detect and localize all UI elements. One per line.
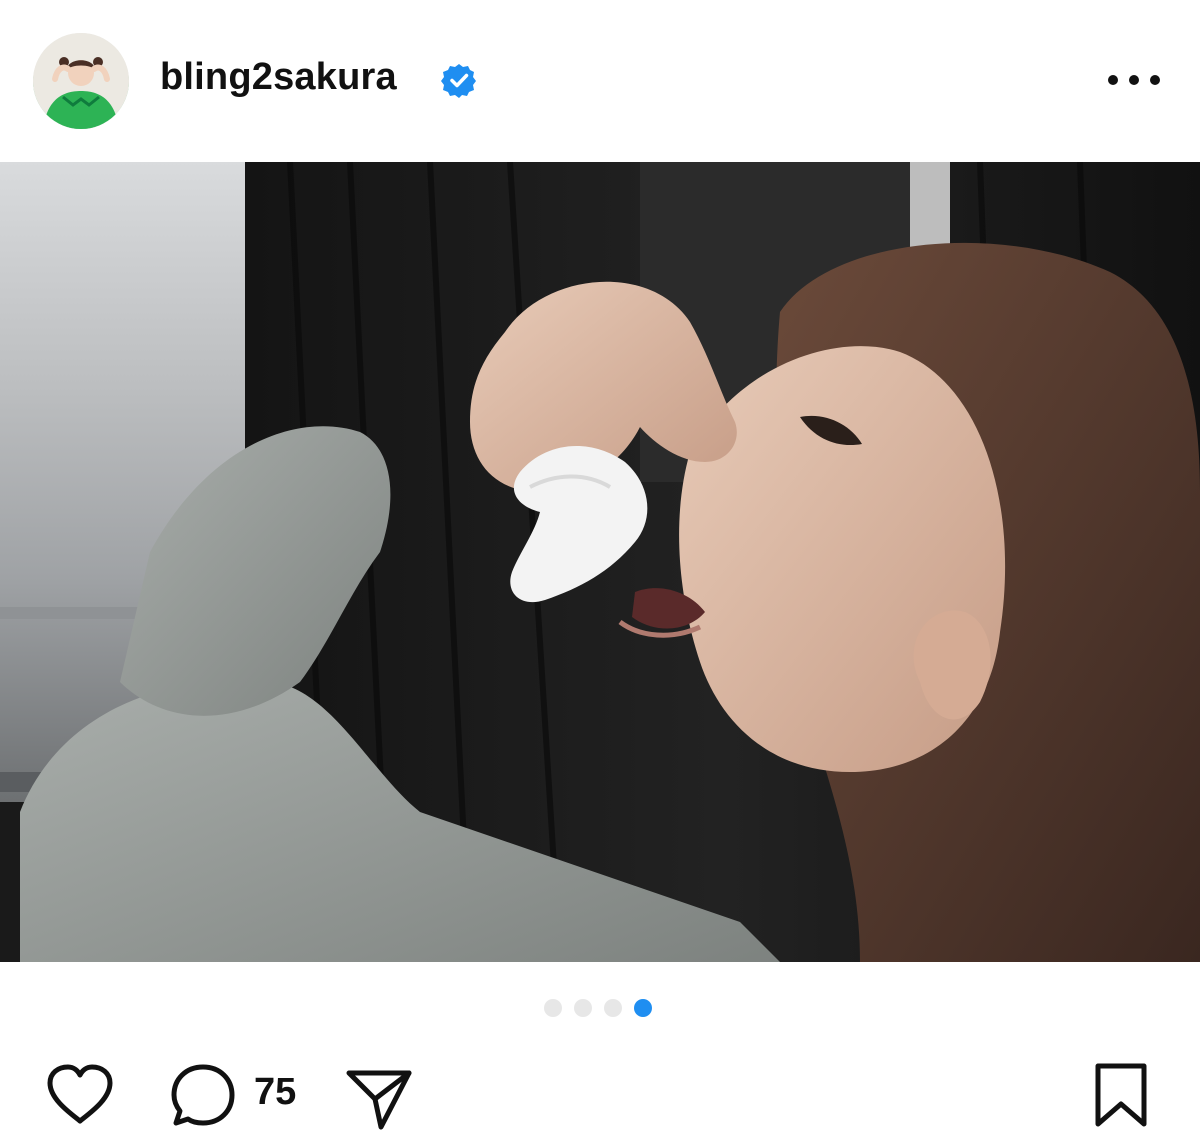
post-photo[interactable] [0, 162, 1200, 962]
comment-count[interactable]: 75 [254, 1071, 296, 1114]
send-icon[interactable] [343, 1061, 415, 1133]
carousel-dot[interactable] [604, 999, 622, 1017]
carousel-dot-active[interactable] [634, 999, 652, 1017]
post-actions: 75 [0, 1050, 1200, 1140]
more-dot [1129, 75, 1139, 85]
post-header: bling2sakura [0, 0, 1200, 162]
verified-badge-icon [441, 64, 476, 98]
carousel-indicator [544, 998, 656, 1018]
bookmark-icon[interactable] [1090, 1060, 1152, 1132]
more-dot [1108, 75, 1118, 85]
more-options-icon[interactable] [1108, 66, 1160, 94]
avatar-photo [33, 33, 129, 129]
photo-illustration [0, 162, 1200, 962]
username-link[interactable]: bling2sakura [160, 56, 397, 99]
more-dot [1150, 75, 1160, 85]
profile-avatar[interactable] [33, 33, 129, 129]
comment-bubble-icon[interactable] [168, 1061, 238, 1131]
heart-icon[interactable] [44, 1063, 116, 1127]
carousel-dot[interactable] [574, 999, 592, 1017]
carousel-dot[interactable] [544, 999, 562, 1017]
